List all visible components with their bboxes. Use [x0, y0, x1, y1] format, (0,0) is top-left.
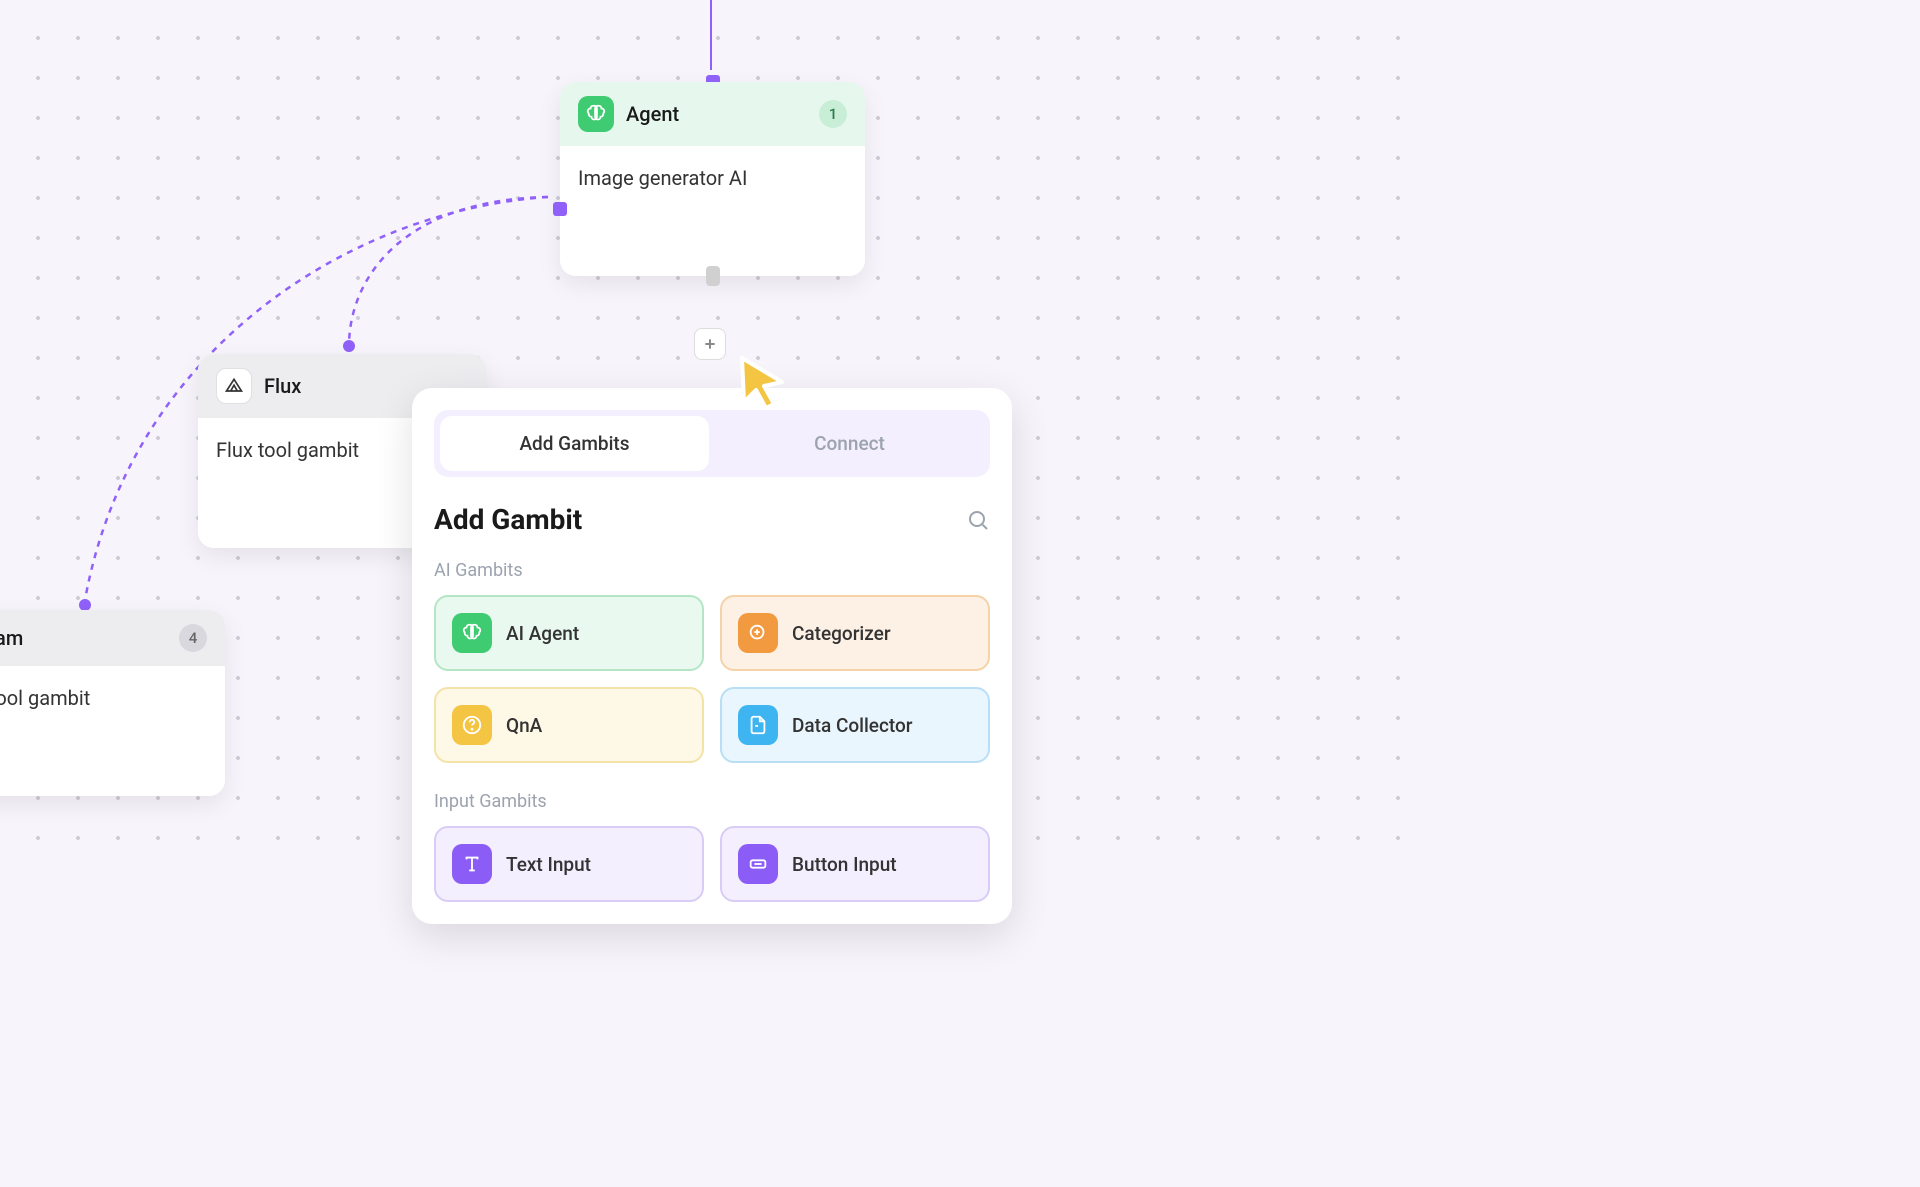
question-icon — [452, 705, 492, 745]
card-label: QnA — [506, 714, 542, 737]
flux-icon — [216, 368, 252, 404]
input-gambits-grid: Text Input Button Input — [434, 826, 990, 902]
connector-line-top — [710, 0, 712, 70]
panel-title-row: Add Gambit — [434, 503, 990, 536]
section-label-input: Input Gambits — [434, 791, 990, 812]
search-icon[interactable] — [966, 508, 990, 532]
card-text-input[interactable]: Text Input — [434, 826, 704, 902]
node-title: Flux — [264, 374, 301, 398]
node-title: Agent — [626, 102, 679, 126]
node-count-badge: 1 — [819, 100, 847, 128]
panel-title: Add Gambit — [434, 503, 582, 536]
section-label-ai: AI Gambits — [434, 560, 990, 581]
node-body: Image generator AI — [560, 146, 865, 276]
node-header: Agent 1 — [560, 82, 865, 146]
card-button-input[interactable]: Button Input — [720, 826, 990, 902]
file-icon — [738, 705, 778, 745]
card-label: Text Input — [506, 853, 591, 876]
node-body: gram tool gambit — [0, 666, 225, 796]
node-ideogram[interactable]: Ideogram 4 gram tool gambit — [0, 610, 225, 796]
brain-icon — [578, 96, 614, 132]
brain-icon — [452, 613, 492, 653]
node-agent[interactable]: Agent 1 Image generator AI — [560, 82, 865, 276]
categorize-icon — [738, 613, 778, 653]
card-label: Data Collector — [792, 714, 913, 737]
card-qna[interactable]: QnA — [434, 687, 704, 763]
card-label: AI Agent — [506, 622, 579, 645]
card-ai-agent[interactable]: AI Agent — [434, 595, 704, 671]
tab-connect[interactable]: Connect — [715, 416, 984, 471]
card-data-collector[interactable]: Data Collector — [720, 687, 990, 763]
cursor-pointer-icon — [730, 350, 784, 404]
node-count-badge: 4 — [179, 624, 207, 652]
card-label: Categorizer — [792, 622, 891, 645]
button-icon — [738, 844, 778, 884]
handle-bottom[interactable] — [706, 266, 720, 286]
card-categorizer[interactable]: Categorizer — [720, 595, 990, 671]
panel-tabs: Add Gambits Connect — [434, 410, 990, 477]
add-node-button[interactable] — [694, 328, 726, 360]
tab-add-gambits[interactable]: Add Gambits — [440, 416, 709, 471]
node-header: Ideogram 4 — [0, 610, 225, 666]
ai-gambits-grid: AI Agent Categorizer QnA Data Collector — [434, 595, 990, 763]
text-icon — [452, 844, 492, 884]
handle-left[interactable] — [553, 202, 567, 216]
add-gambit-panel: Add Gambits Connect Add Gambit AI Gambit… — [412, 388, 1012, 924]
node-title: Ideogram — [0, 626, 23, 650]
card-label: Button Input — [792, 853, 897, 876]
connector-dot — [343, 340, 355, 352]
